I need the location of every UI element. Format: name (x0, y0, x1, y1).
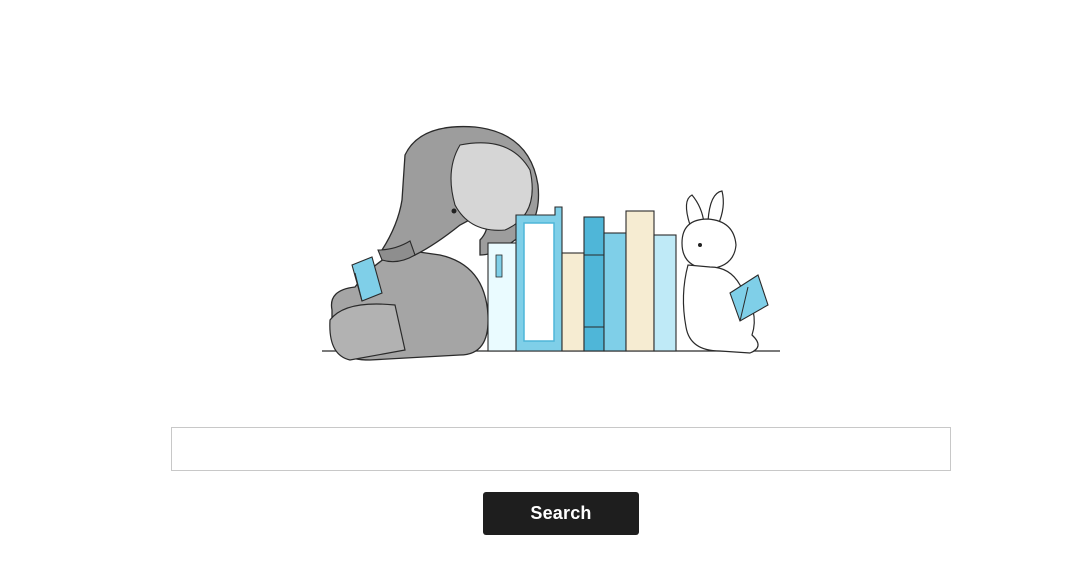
elephant-books-bunny-illustration (322, 125, 780, 361)
search-button[interactable]: Search (483, 492, 639, 535)
books-row (487, 206, 677, 352)
bunny-figure (681, 190, 769, 354)
hero-illustration (310, 115, 790, 375)
search-input[interactable] (171, 427, 951, 471)
